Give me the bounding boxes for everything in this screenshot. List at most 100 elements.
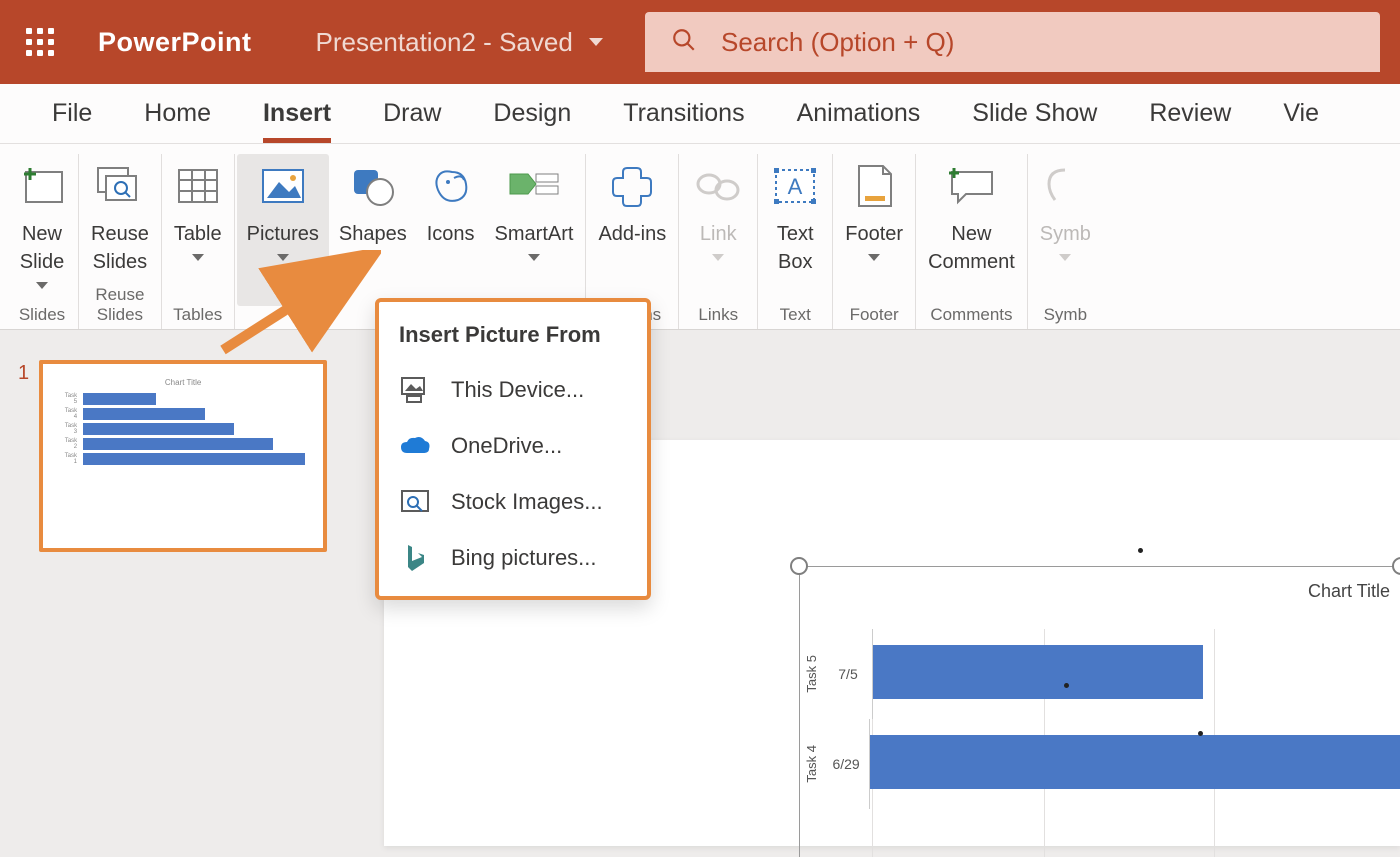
thumb-bar bbox=[83, 408, 205, 420]
table-label: Table bbox=[174, 220, 222, 248]
slide-number: 1 bbox=[18, 360, 29, 846]
symbol-label: Symb bbox=[1040, 220, 1091, 248]
new-slide-label: New Slide bbox=[20, 220, 64, 276]
table-icon bbox=[175, 158, 221, 214]
dropdown-title: Insert Picture From bbox=[379, 316, 647, 362]
category-label: Task 4 bbox=[804, 745, 823, 783]
thumb-bar bbox=[83, 453, 305, 465]
group-label: Comments bbox=[916, 305, 1027, 325]
new-slide-icon bbox=[18, 158, 66, 214]
selection-border bbox=[799, 566, 1400, 567]
new-slide-button[interactable]: New Slide bbox=[8, 154, 76, 306]
search-box[interactable]: Search (Option + Q) bbox=[645, 12, 1380, 72]
chart-plot: Task 5 7/5 Task 4 6/29 bbox=[804, 629, 1400, 857]
chevron-down-icon bbox=[1059, 254, 1071, 261]
shapes-icon bbox=[348, 158, 398, 214]
footer-button[interactable]: Footer bbox=[835, 154, 913, 306]
dropdown-item-label: OneDrive... bbox=[451, 433, 562, 459]
chevron-down-icon bbox=[192, 254, 204, 261]
smartart-icon bbox=[506, 158, 562, 214]
chevron-down-icon bbox=[589, 38, 603, 46]
ribbon-group-tables: Table Tables bbox=[162, 154, 235, 329]
bing-icon bbox=[399, 542, 431, 574]
ribbon-group-text: A Text Box Text bbox=[758, 154, 833, 329]
app-launcher-icon[interactable] bbox=[20, 22, 60, 62]
rotate-handle[interactable] bbox=[1138, 548, 1143, 553]
dropdown-item-stock-images[interactable]: Stock Images... bbox=[379, 474, 647, 530]
resize-handle[interactable] bbox=[790, 557, 808, 575]
group-label: Footer bbox=[833, 305, 915, 325]
thumb-bar bbox=[83, 423, 234, 435]
footer-label: Footer bbox=[845, 220, 903, 248]
data-marker bbox=[1198, 731, 1203, 736]
addins-icon bbox=[609, 158, 655, 214]
title-bar: PowerPoint Presentation2 - Saved Search … bbox=[0, 0, 1400, 84]
slide-thumbnail[interactable]: Chart Title Task 5 Task 4 Task 3 Task 2 … bbox=[39, 360, 327, 552]
addins-button[interactable]: Add-ins bbox=[588, 154, 676, 306]
tab-animations[interactable]: Animations bbox=[771, 85, 947, 142]
ribbon-group-comments: New Comment Comments bbox=[916, 154, 1028, 329]
ribbon-group-footer: Footer Footer bbox=[833, 154, 916, 329]
search-icon bbox=[671, 27, 697, 58]
data-marker bbox=[1064, 683, 1069, 688]
selection-border bbox=[799, 566, 800, 857]
thumb-chart-title: Chart Title bbox=[61, 378, 305, 387]
chart-object[interactable]: Chart Title Task 5 7/5 Task 4 6/29 bbox=[790, 557, 1400, 857]
icons-label: Icons bbox=[427, 220, 475, 248]
symbol-button: Symb bbox=[1030, 154, 1101, 306]
document-status[interactable]: Presentation2 - Saved bbox=[316, 27, 603, 58]
smartart-label: SmartArt bbox=[495, 220, 574, 248]
ribbon-tabs: File Home Insert Draw Design Transitions… bbox=[0, 84, 1400, 144]
icons-button[interactable]: Icons bbox=[417, 154, 485, 306]
icons-icon bbox=[428, 158, 474, 214]
chart-title: Chart Title bbox=[1308, 581, 1390, 602]
date-label: 7/5 bbox=[824, 666, 872, 682]
reuse-slides-button[interactable]: Reuse Slides bbox=[81, 154, 159, 306]
group-label: Links bbox=[679, 305, 757, 325]
tab-view[interactable]: Vie bbox=[1257, 85, 1345, 142]
link-button: Link bbox=[681, 154, 755, 306]
tab-transitions[interactable]: Transitions bbox=[597, 85, 770, 142]
textbox-button[interactable]: A Text Box bbox=[760, 154, 830, 306]
dropdown-item-onedrive[interactable]: OneDrive... bbox=[379, 418, 647, 474]
tab-file[interactable]: File bbox=[26, 85, 118, 142]
search-placeholder: Search (Option + Q) bbox=[721, 27, 954, 58]
shapes-label: Shapes bbox=[339, 220, 407, 248]
resize-handle[interactable] bbox=[1392, 557, 1400, 575]
reuse-slides-icon bbox=[94, 158, 146, 214]
pictures-label: Pictures bbox=[247, 220, 319, 248]
shapes-button[interactable]: Shapes bbox=[329, 154, 417, 306]
tab-home[interactable]: Home bbox=[118, 85, 237, 142]
reuse-slides-label: Reuse Slides bbox=[91, 220, 149, 276]
pictures-button[interactable]: Pictures bbox=[237, 154, 329, 306]
dropdown-item-label: This Device... bbox=[451, 377, 584, 403]
ribbon-group-symbols: Symb Symb bbox=[1028, 154, 1103, 329]
ribbon-group-links: Link Links bbox=[679, 154, 758, 329]
tab-review[interactable]: Review bbox=[1123, 85, 1257, 142]
chart-bar bbox=[873, 645, 1203, 699]
table-button[interactable]: Table bbox=[164, 154, 232, 306]
document-status-text: Presentation2 - Saved bbox=[316, 27, 573, 58]
comment-icon bbox=[944, 158, 998, 214]
addins-label: Add-ins bbox=[598, 220, 666, 248]
tab-design[interactable]: Design bbox=[467, 85, 597, 142]
smartart-button[interactable]: SmartArt bbox=[485, 154, 584, 306]
thumb-bar bbox=[83, 438, 273, 450]
svg-text:A: A bbox=[788, 174, 803, 199]
tab-draw[interactable]: Draw bbox=[357, 85, 467, 142]
group-label: Tables bbox=[162, 305, 234, 325]
dropdown-item-this-device[interactable]: This Device... bbox=[379, 362, 647, 418]
tab-slideshow[interactable]: Slide Show bbox=[946, 85, 1123, 142]
link-label: Link bbox=[700, 220, 737, 248]
chevron-down-icon bbox=[367, 254, 379, 261]
chevron-down-icon bbox=[277, 254, 289, 261]
dropdown-item-bing-pictures[interactable]: Bing pictures... bbox=[379, 530, 647, 586]
new-comment-button[interactable]: New Comment bbox=[918, 154, 1025, 306]
ribbon-group-slides: New Slide Slides bbox=[6, 154, 79, 329]
tab-insert[interactable]: Insert bbox=[237, 85, 357, 142]
chevron-down-icon bbox=[712, 254, 724, 261]
textbox-icon: A bbox=[770, 158, 820, 214]
onedrive-icon bbox=[399, 430, 431, 462]
chart-bar bbox=[870, 735, 1400, 789]
chevron-down-icon bbox=[868, 254, 880, 261]
